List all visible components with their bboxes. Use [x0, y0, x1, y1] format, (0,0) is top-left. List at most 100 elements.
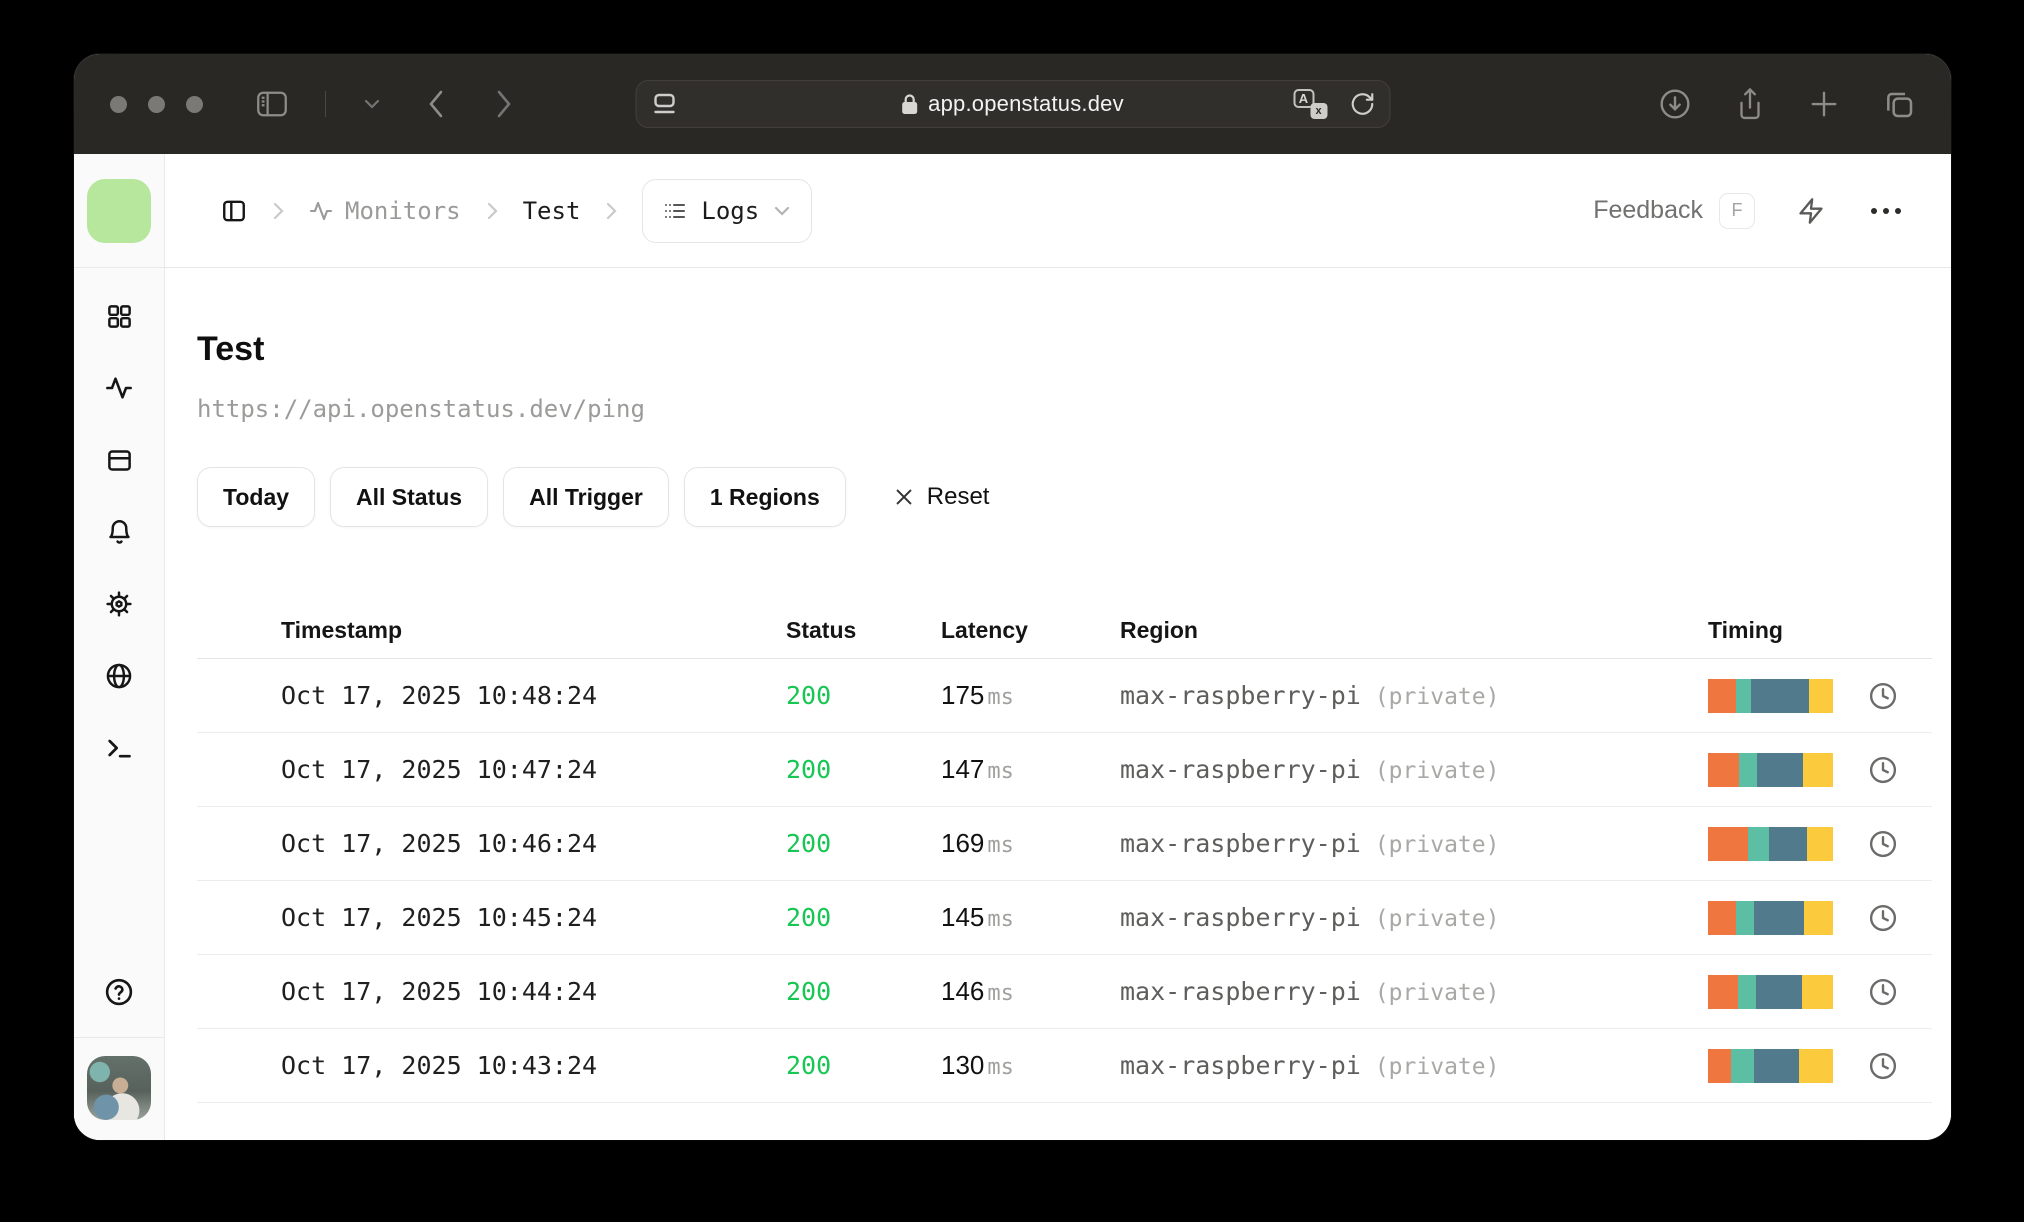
timing-segment	[1801, 974, 1833, 1009]
clock-icon[interactable]	[1868, 681, 1898, 711]
row-timestamp: Oct 17, 2025 10:47:24	[281, 755, 598, 784]
row-status-code: 200	[786, 977, 832, 1006]
back-button[interactable]	[428, 90, 444, 118]
sidebar-item-dashboard[interactable]	[97, 294, 141, 338]
col-timing: Timing	[1708, 617, 1783, 643]
page-settings-icon[interactable]	[650, 91, 678, 117]
close-icon	[896, 489, 912, 505]
user-avatar[interactable]	[87, 1056, 151, 1120]
help-icon[interactable]	[104, 977, 134, 1007]
row-timestamp: Oct 17, 2025 10:43:24	[281, 1051, 598, 1080]
filter-trigger-button[interactable]: All Trigger	[503, 467, 669, 527]
row-latency-unit: ms	[987, 981, 1014, 1006]
timing-segment	[1708, 900, 1736, 935]
more-menu-icon[interactable]	[1871, 207, 1901, 214]
sidebar-item-cli[interactable]	[97, 726, 141, 770]
timing-segment	[1738, 974, 1756, 1009]
timing-segment	[1735, 678, 1751, 713]
zap-icon[interactable]	[1797, 197, 1825, 225]
address-bar[interactable]: app.openstatus.dev Ax	[635, 80, 1390, 128]
timing-segment	[1806, 826, 1833, 861]
row-region: max-raspberry-pi	[1120, 1051, 1361, 1080]
filter-regions-button[interactable]: 1 Regions	[683, 467, 846, 527]
timing-segment	[1708, 678, 1736, 713]
list-icon	[663, 199, 687, 223]
breadcrumb-monitors[interactable]: Monitors	[309, 197, 461, 225]
sidebar-item-status-pages[interactable]	[97, 438, 141, 482]
address-text[interactable]: app.openstatus.dev	[928, 91, 1124, 117]
view-selector-logs[interactable]: Logs	[642, 178, 813, 243]
timing-segment	[1755, 974, 1802, 1009]
table-row[interactable]: Oct 17, 2025 10:46:24 200 169 ms max-ras…	[197, 807, 1932, 881]
page-title: Test	[197, 330, 265, 368]
filter-date-button[interactable]: Today	[197, 467, 316, 527]
clock-icon[interactable]	[1868, 903, 1898, 933]
browser-sidebar-icon[interactable]	[257, 91, 287, 117]
feedback-shortcut-badge: F	[1719, 192, 1755, 229]
chevron-down-icon[interactable]	[364, 99, 380, 109]
share-icon[interactable]	[1735, 87, 1765, 121]
sidebar-item-domains[interactable]	[97, 654, 141, 698]
sidebar-item-settings[interactable]	[97, 582, 141, 626]
timing-segment	[1804, 900, 1833, 935]
breadcrumb-monitor-name[interactable]: Test	[523, 197, 581, 225]
timing-segment	[1754, 1048, 1800, 1083]
browser-toolbar: app.openstatus.dev Ax	[74, 54, 1951, 154]
reset-filters-button[interactable]: Reset	[893, 483, 989, 511]
table-row[interactable]: Oct 17, 2025 10:47:24 200 147 ms max-ras…	[197, 733, 1932, 807]
col-timestamp: Timestamp	[281, 617, 403, 643]
timing-bar	[1708, 900, 1833, 935]
activity-icon	[309, 199, 333, 223]
timing-segment	[1708, 752, 1740, 787]
row-region-visibility: (private)	[1374, 832, 1500, 858]
feedback-button[interactable]: Feedback F	[1593, 192, 1755, 229]
log-rows: Oct 17, 2025 10:48:24 200 175 ms max-ras…	[197, 659, 1932, 1103]
timing-segment	[1756, 752, 1803, 787]
translate-icon[interactable]: Ax	[1293, 89, 1327, 119]
timing-bar	[1708, 974, 1833, 1009]
close-window-button[interactable]	[110, 95, 127, 113]
table-row[interactable]: Oct 17, 2025 10:43:24 200 130 ms max-ras…	[197, 1029, 1932, 1103]
zoom-window-button[interactable]	[186, 95, 203, 113]
table-row[interactable]: Oct 17, 2025 10:44:24 200 146 ms max-ras…	[197, 955, 1932, 1029]
downloads-icon[interactable]	[1659, 88, 1691, 120]
forward-button[interactable]	[496, 90, 512, 118]
row-latency-value: 130	[941, 1050, 985, 1080]
timing-segment	[1799, 1048, 1833, 1083]
row-region: max-raspberry-pi	[1120, 755, 1361, 784]
table-row[interactable]: Oct 17, 2025 10:45:24 200 145 ms max-ras…	[197, 881, 1932, 955]
row-region: max-raspberry-pi	[1120, 829, 1361, 858]
clock-icon[interactable]	[1868, 1051, 1898, 1081]
new-tab-icon[interactable]	[1809, 89, 1839, 119]
table-row[interactable]: Oct 17, 2025 10:48:24 200 175 ms max-ras…	[197, 659, 1932, 733]
filter-status-button[interactable]: All Status	[330, 467, 489, 527]
chevron-right-icon	[604, 201, 618, 221]
timing-segment	[1803, 752, 1833, 787]
row-latency-unit: ms	[987, 685, 1014, 710]
minimize-window-button[interactable]	[148, 95, 165, 113]
clock-icon[interactable]	[1868, 829, 1898, 859]
sidebar-item-monitors[interactable]	[97, 366, 141, 410]
timing-segment	[1708, 1048, 1731, 1083]
timing-segment	[1739, 752, 1757, 787]
timing-segment	[1730, 1048, 1755, 1083]
row-latency-value: 175	[941, 680, 985, 710]
timing-bar	[1708, 1048, 1833, 1083]
tab-overview-icon[interactable]	[1883, 88, 1915, 120]
clock-icon[interactable]	[1868, 977, 1898, 1007]
row-timestamp: Oct 17, 2025 10:46:24	[281, 829, 598, 858]
traffic-lights	[110, 95, 203, 113]
row-latency-value: 147	[941, 754, 985, 784]
row-latency-unit: ms	[987, 907, 1014, 932]
reload-icon[interactable]	[1349, 91, 1375, 117]
row-region: max-raspberry-pi	[1120, 977, 1361, 1006]
row-region-visibility: (private)	[1374, 906, 1500, 932]
clock-icon[interactable]	[1868, 755, 1898, 785]
endpoint-url: https://api.openstatus.dev/ping	[197, 395, 645, 423]
row-status-code: 200	[786, 681, 832, 710]
panel-toggle-icon[interactable]	[221, 198, 247, 224]
workspace-logo[interactable]	[87, 178, 151, 243]
row-status-code: 200	[786, 755, 832, 784]
sidebar-item-notifications[interactable]	[97, 510, 141, 554]
row-region-visibility: (private)	[1374, 684, 1500, 710]
